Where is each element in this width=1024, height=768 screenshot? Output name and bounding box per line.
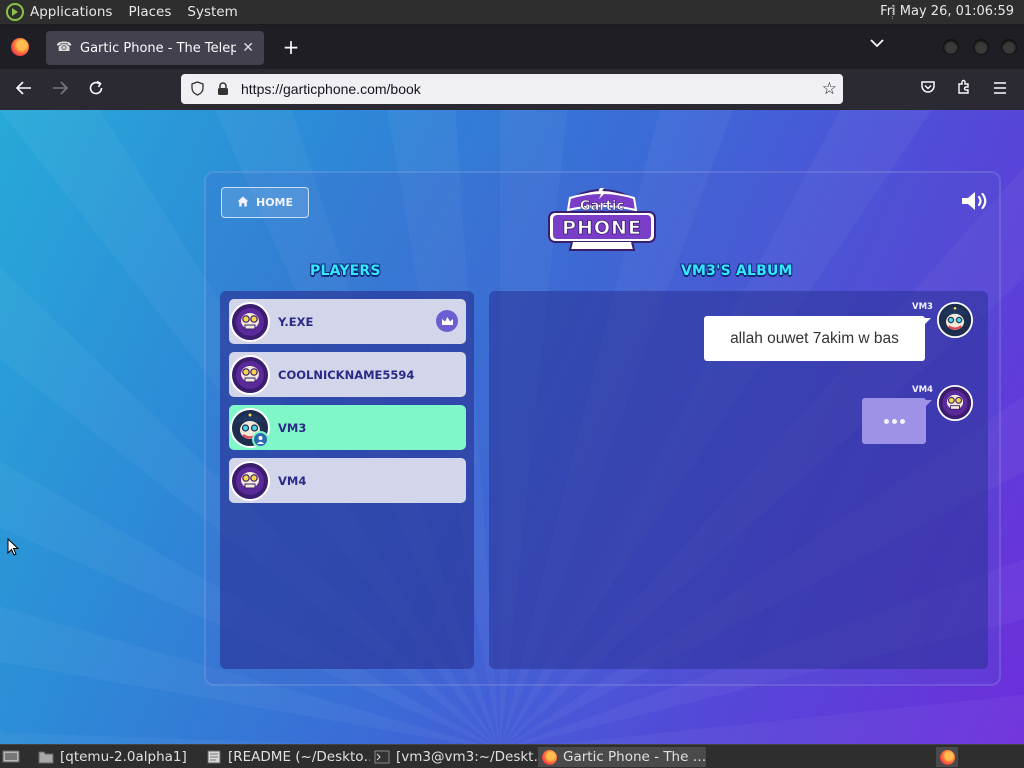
- album-text-bubble: allah ouwet 7akim w bas: [704, 316, 931, 361]
- album-entry-author: VM3: [912, 302, 933, 312]
- avatar: [230, 354, 270, 395]
- close-window-button[interactable]: [1001, 39, 1017, 55]
- places-menu[interactable]: Places: [128, 4, 171, 20]
- avatar: [230, 460, 270, 501]
- mouse-pointer-icon: [7, 538, 19, 556]
- folder-icon: [38, 751, 54, 764]
- telephone-icon: ☎: [56, 40, 73, 55]
- pocket-button[interactable]: [917, 79, 939, 101]
- player-row: Y.EXE: [229, 299, 466, 344]
- speaker-volume-icon[interactable]: [960, 190, 990, 212]
- close-tab-icon[interactable]: ✕: [242, 40, 254, 56]
- taskbar-item-active[interactable]: Gartic Phone - The …: [538, 747, 706, 767]
- taskbar-item[interactable]: [README (~/Deskto…: [202, 747, 370, 767]
- terminal-icon: [374, 750, 390, 764]
- clock[interactable]: Fri May 26, 01:06:59: [880, 4, 1014, 19]
- typing-dot: [883, 418, 889, 424]
- forward-arrow-icon: [53, 81, 69, 95]
- taskbar: [qtemu-2.0alpha1] [README (~/Deskto… [vm…: [0, 744, 1024, 768]
- avatar: [230, 301, 270, 342]
- taskbar-item-label: [qtemu-2.0alpha1]: [60, 749, 187, 765]
- pocket-icon: [921, 81, 935, 93]
- players-title: PLAYERS: [310, 263, 381, 279]
- taskbar-item[interactable]: [vm3@vm3:~/Deskt…: [370, 747, 538, 767]
- chevron-down-icon: [870, 39, 884, 48]
- taskbar-item[interactable]: [qtemu-2.0alpha1]: [34, 747, 202, 767]
- house-icon: [237, 196, 249, 210]
- show-desktop-button[interactable]: [2, 747, 22, 767]
- tray-firefox-button[interactable]: [936, 747, 958, 767]
- player-name: VM3: [278, 420, 307, 435]
- tab-gartic-phone[interactable]: ☎ Gartic Phone - The Telephone Game ✕: [46, 31, 264, 65]
- typing-dot: [891, 418, 897, 424]
- url-text[interactable]: https://garticphone.com/book: [241, 81, 421, 97]
- avatar: [937, 302, 973, 338]
- album-entry-author: VM4: [912, 385, 933, 395]
- home-button[interactable]: HOME: [221, 187, 309, 218]
- web-page-content: HOME Gartic PHONE PLAYERS VM3'S ALBUM Y.…: [0, 110, 1024, 744]
- text-editor-icon: [207, 750, 221, 764]
- maximize-window-button[interactable]: [973, 39, 989, 55]
- album-text: allah ouwet 7akim w bas: [730, 329, 899, 347]
- lock-icon[interactable]: [217, 82, 229, 96]
- desktop-icon: [2, 750, 20, 763]
- taskbar-item-label: [vm3@vm3:~/Deskt…: [396, 749, 538, 765]
- taskbar-item-label: [README (~/Deskto…: [228, 749, 370, 765]
- host-crown-icon: [436, 310, 458, 332]
- home-button-label: HOME: [255, 196, 294, 209]
- distro-logo-icon[interactable]: [6, 3, 24, 21]
- reload-icon: [89, 80, 103, 95]
- current-user-icon: [252, 431, 269, 448]
- player-row: COOLNICKNAME5594: [229, 352, 466, 397]
- back-button[interactable]: [13, 79, 35, 101]
- new-tab-button[interactable]: +: [280, 35, 302, 59]
- minimize-window-button[interactable]: [943, 39, 959, 55]
- applications-menu[interactable]: Applications: [30, 4, 112, 20]
- puzzle-piece-icon: [958, 79, 969, 94]
- firefox-icon: [939, 749, 955, 765]
- album-title: VM3'S ALBUM: [681, 263, 793, 279]
- player-row: VM4: [229, 458, 466, 503]
- reload-button[interactable]: [85, 79, 107, 101]
- typing-indicator: [862, 398, 932, 444]
- hamburger-menu-icon: [994, 82, 1006, 94]
- logo-text-phone: PHONE: [562, 217, 642, 239]
- firefox-icon: [542, 749, 557, 765]
- taskbar-item-label: Gartic Phone - The …: [563, 749, 706, 765]
- avatar: [937, 385, 973, 421]
- typing-dot: [899, 418, 905, 424]
- player-name: COOLNICKNAME5594: [278, 367, 415, 382]
- forward-button[interactable]: [49, 79, 71, 101]
- back-arrow-icon: [15, 81, 31, 95]
- tab-bar: ☎ Gartic Phone - The Telephone Game ✕ +: [0, 25, 1024, 69]
- firefox-icon[interactable]: [11, 38, 29, 56]
- system-menu[interactable]: System: [187, 4, 237, 20]
- list-all-tabs-button[interactable]: [870, 37, 884, 51]
- address-bar[interactable]: https://garticphone.com/book ☆: [181, 74, 843, 104]
- gartic-phone-logo[interactable]: Gartic PHONE: [546, 186, 658, 252]
- navigation-toolbar: https://garticphone.com/book ☆: [0, 69, 1024, 110]
- tracking-protection-shield-icon[interactable]: [191, 81, 205, 97]
- top-panel: Applications Places System Fri May 26, 0…: [0, 0, 1024, 25]
- player-row-current: VM3: [229, 405, 466, 450]
- player-name: VM4: [278, 473, 307, 488]
- tab-title: Gartic Phone - The Telephone Game: [80, 40, 237, 56]
- player-name: Y.EXE: [278, 314, 314, 329]
- bookmark-star-icon[interactable]: ☆: [822, 79, 837, 99]
- extensions-button[interactable]: [953, 79, 975, 101]
- application-menu-button[interactable]: [989, 79, 1011, 101]
